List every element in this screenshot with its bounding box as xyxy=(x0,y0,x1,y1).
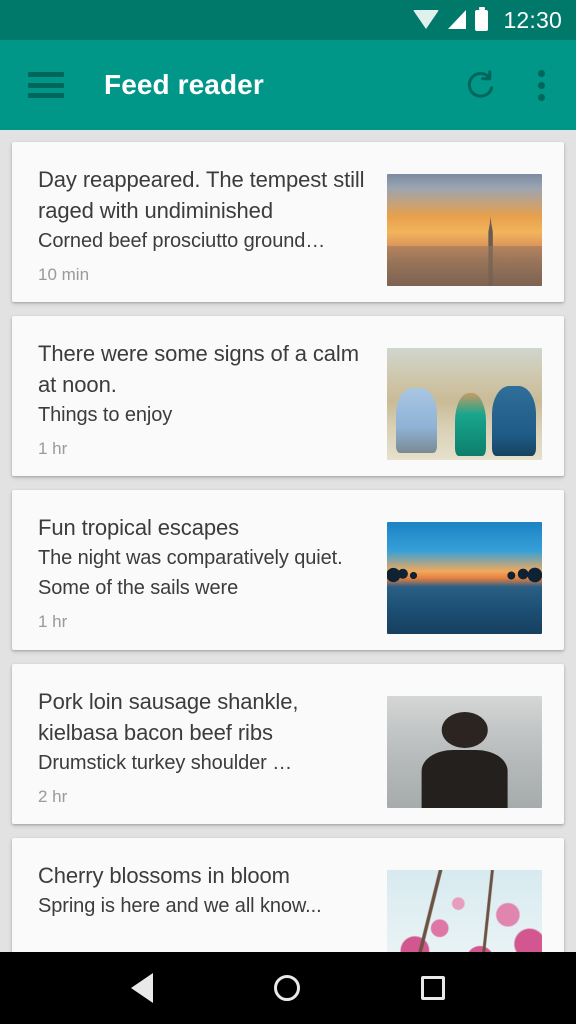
app-bar: Feed reader xyxy=(0,40,576,130)
card-subtitle: Spring is here and we all know... xyxy=(38,891,371,921)
hamburger-menu-icon[interactable] xyxy=(28,72,64,98)
list-item[interactable]: Pork loin sausage shankle, kielbasa baco… xyxy=(12,664,564,824)
card-subtitle: Corned beef prosciutto ground… xyxy=(38,226,371,256)
signal-icon xyxy=(448,10,466,29)
card-title: Pork loin sausage shankle, kielbasa baco… xyxy=(38,686,371,748)
card-title: Fun tropical escapes xyxy=(38,512,371,543)
feed-list[interactable]: Day reappeared. The tempest still raged … xyxy=(0,130,576,952)
family-at-beach-thumbnail xyxy=(387,348,542,460)
card-timestamp: 10 min xyxy=(38,265,371,285)
tropical-palms-sunset-thumbnail xyxy=(387,522,542,634)
card-title: Day reappeared. The tempest still raged … xyxy=(38,164,371,226)
home-circle-icon xyxy=(274,975,300,1001)
card-subtitle: The night was comparatively quiet. Some … xyxy=(38,543,371,603)
chef-in-kitchen-thumbnail xyxy=(387,696,542,808)
recents-square-icon xyxy=(421,976,445,1000)
card-title: Cherry blossoms in bloom xyxy=(38,860,371,891)
list-item[interactable]: There were some signs of a calm at noon.… xyxy=(12,316,564,476)
nav-home-button[interactable] xyxy=(274,975,300,1001)
nav-back-button[interactable] xyxy=(131,973,153,1003)
battery-icon xyxy=(475,10,488,31)
card-subtitle: Drumstick turkey shoulder … xyxy=(38,748,371,778)
card-title: There were some signs of a calm at noon. xyxy=(38,338,371,400)
card-subtitle: Things to enjoy xyxy=(38,400,371,430)
back-triangle-icon xyxy=(131,973,153,1003)
card-timestamp: 1 hr xyxy=(38,612,371,632)
card-text: Day reappeared. The tempest still raged … xyxy=(38,164,371,285)
status-bar: 12:30 xyxy=(0,0,576,40)
card-text: Pork loin sausage shankle, kielbasa baco… xyxy=(38,686,371,807)
refresh-button[interactable] xyxy=(464,68,498,102)
cherry-blossom-thumbnail xyxy=(387,870,542,952)
card-text: There were some signs of a calm at noon.… xyxy=(38,338,371,459)
status-icons: 12:30 xyxy=(413,9,562,32)
card-timestamp: 2 hr xyxy=(38,787,371,807)
card-text: Cherry blossoms in bloom Spring is here … xyxy=(38,860,371,921)
android-navigation-bar xyxy=(0,952,576,1024)
refresh-icon xyxy=(464,68,498,102)
city-skyline-sunset-thumbnail xyxy=(387,174,542,286)
list-item[interactable]: Day reappeared. The tempest still raged … xyxy=(12,142,564,302)
phone-screen: 12:30 Feed reader Day reappeared. The te… xyxy=(0,0,576,1024)
card-timestamp: 1 hr xyxy=(38,439,371,459)
page-title: Feed reader xyxy=(104,69,464,101)
list-item[interactable]: Cherry blossoms in bloom Spring is here … xyxy=(12,838,564,952)
overflow-menu-icon[interactable] xyxy=(526,68,556,102)
list-item[interactable]: Fun tropical escapes The night was compa… xyxy=(12,490,564,650)
wifi-icon xyxy=(413,10,439,29)
nav-recents-button[interactable] xyxy=(421,976,445,1000)
status-time: 12:30 xyxy=(503,9,562,32)
card-text: Fun tropical escapes The night was compa… xyxy=(38,512,371,632)
